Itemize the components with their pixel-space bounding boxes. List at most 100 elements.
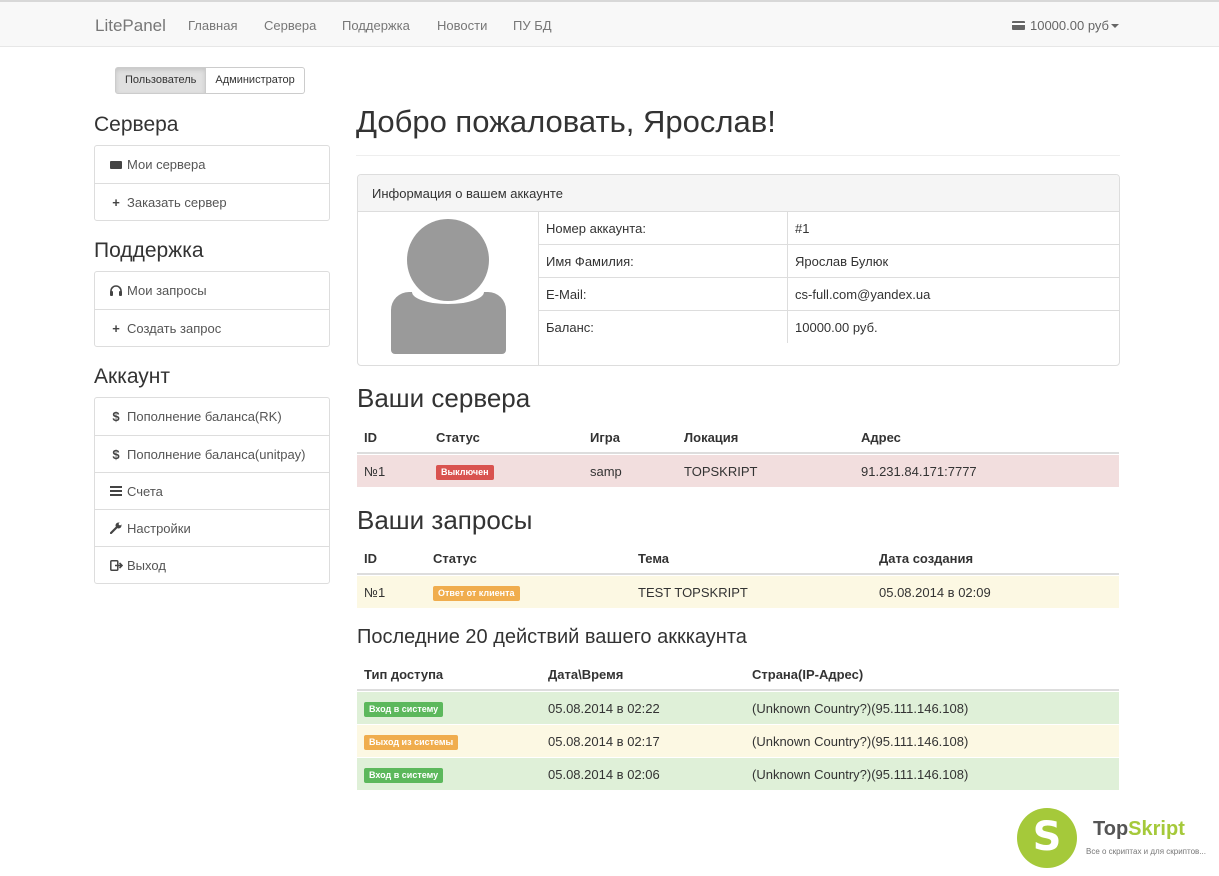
info-value: #1 [795, 221, 810, 236]
role-toggle: Пользователь Администратор [115, 67, 305, 94]
avatar [358, 212, 539, 365]
activity-datetime: 05.08.2014 в 02:17 [548, 734, 660, 749]
sidebar-heading-servers: Сервера [94, 113, 179, 136]
account-info-panel: Информация о вашем аккаунте Номер аккаун… [357, 174, 1120, 366]
sidebar-item-order-server[interactable]: + Заказать сервер [95, 183, 329, 220]
watermark-brand-b: Skript [1128, 818, 1185, 840]
caret-down-icon [1111, 23, 1119, 28]
brand-logo[interactable]: LitePanel [95, 16, 166, 36]
user-role-button[interactable]: Пользователь [115, 67, 207, 94]
info-value: Ярослав Булюк [795, 254, 889, 269]
info-key: Баланс: [546, 320, 594, 335]
status-badge: Выход из системы [364, 735, 459, 750]
hdd-icon [109, 160, 123, 169]
table-row: Выход из системы 05.08.2014 в 02:17 (Unk… [357, 725, 1119, 758]
activity-datetime: 05.08.2014 в 02:06 [548, 767, 660, 782]
col-header: Статус [433, 551, 477, 566]
servers-section-title: Ваши сервера [357, 383, 531, 413]
headphones-icon [109, 285, 123, 296]
sidebar-item-label: Настройки [127, 520, 191, 536]
col-header: Адрес [861, 430, 901, 445]
server-id[interactable]: №1 [364, 464, 385, 479]
status-badge: Вход в систему [364, 702, 444, 717]
table-row[interactable]: №1 Ответ от клиента TEST TOPSKRIPT 05.08… [357, 576, 1119, 609]
col-header: ID [364, 551, 377, 566]
col-header: Локация [684, 430, 739, 445]
nav-servers[interactable]: Сервера [264, 18, 316, 33]
sidebar-item-label: Мои запросы [127, 283, 207, 298]
sidebar-item-label: Пополнение баланса(unitpay) [127, 446, 306, 462]
ticket-created: 05.08.2014 в 02:09 [879, 585, 991, 600]
sidebar-item-topup-rk[interactable]: $ Пополнение баланса(RK) [95, 398, 329, 435]
watermark-brand: TopSkript [1093, 818, 1185, 841]
sidebar-item-label: Счета [127, 483, 163, 499]
status-badge: Вход в систему [364, 768, 444, 783]
dollar-icon: $ [112, 446, 120, 462]
info-key: Имя Фамилия: [546, 254, 634, 269]
sidebar-item-my-servers[interactable]: Мои сервера [95, 146, 329, 183]
dollar-icon: $ [112, 409, 120, 424]
sidebar-item-label: Выход [127, 557, 166, 573]
col-header: Игра [590, 430, 620, 445]
info-row-balance: Баланс: 10000.00 руб. [539, 311, 1119, 344]
sidebar-item-topup-unitpay[interactable]: $ Пополнение баланса(unitpay) [95, 435, 329, 472]
ticket-id[interactable]: №1 [364, 585, 385, 600]
top-navbar: LitePanel Главная Сервера Поддержка Ново… [0, 0, 1219, 47]
sidebar-account-list: $ Пополнение баланса(RK) $ Пополнение ба… [94, 397, 330, 584]
balance-amount: 10000.00 руб [1029, 18, 1109, 33]
server-location: TOPSKRIPT [684, 464, 758, 479]
logout-icon [109, 559, 123, 571]
activity-table-header: Тип доступа Дата\Время Страна(IP-Адрес) [357, 658, 1119, 691]
sidebar-item-logout[interactable]: Выход [95, 546, 329, 583]
info-value: cs-full.com@yandex.ua [795, 287, 931, 302]
servers-table-header: ID Статус Игра Локация Адрес [357, 421, 1119, 454]
activity-country: (Unknown Country?)(95.111.146.108) [752, 767, 969, 782]
sidebar-item-label: Создать запрос [127, 320, 222, 336]
nav-support[interactable]: Поддержка [342, 18, 410, 33]
sidebar-item-label: Пополнение баланса(RK) [127, 409, 282, 424]
col-header: Статус [436, 430, 480, 445]
sidebar-item-my-tickets[interactable]: Мои запросы [95, 272, 329, 309]
tickets-section-title: Ваши запросы [357, 505, 533, 535]
sidebar-item-settings[interactable]: Настройки [95, 509, 329, 546]
info-row-account-number: Номер аккаунта: #1 [539, 212, 1119, 245]
col-header: Дата\Время [548, 667, 624, 682]
sidebar-item-create-ticket[interactable]: + Создать запрос [95, 309, 329, 346]
status-badge: Ответ от клиента [433, 586, 520, 601]
info-key: Номер аккаунта: [546, 221, 646, 236]
sidebar-heading-account: Аккаунт [94, 365, 171, 388]
nav-news[interactable]: Новости [437, 18, 487, 33]
topskript-logo-icon: S [1017, 808, 1077, 868]
ticket-subject[interactable]: TEST TOPSKRIPT [638, 585, 748, 600]
server-address: 91.231.84.171:7777 [861, 464, 977, 479]
title-divider [356, 155, 1120, 156]
col-header: ID [364, 430, 377, 445]
info-value: 10000.00 руб. [795, 320, 878, 335]
sidebar-item-label: Мои сервера [127, 157, 206, 172]
watermark-brand-a: Top [1093, 818, 1129, 840]
table-row: Вход в систему 05.08.2014 в 02:22 (Unkno… [357, 692, 1119, 725]
sidebar-support-list: Мои запросы + Создать запрос [94, 271, 330, 347]
activity-datetime: 05.08.2014 в 02:22 [548, 701, 660, 716]
panel-heading: Информация о вашем аккаунте [358, 175, 1119, 212]
status-badge: Выключен [436, 465, 494, 480]
info-key: E-Mail: [546, 287, 587, 302]
sidebar-heading-support: Поддержка [94, 239, 204, 262]
server-game: samp [590, 464, 622, 479]
col-header: Дата создания [879, 551, 974, 566]
plus-icon: + [112, 320, 120, 336]
credit-card-icon [1011, 21, 1025, 30]
plus-icon: + [112, 194, 120, 210]
balance-dropdown[interactable]: 10000.00 руб [1011, 18, 1119, 33]
sidebar-item-invoices[interactable]: Счета [95, 472, 329, 509]
watermark-tagline: Все о скриптах и для скриптов... [1086, 847, 1206, 856]
table-row[interactable]: №1 Выключен samp TOPSKRIPT 91.231.84.171… [357, 455, 1119, 488]
activity-country: (Unknown Country?)(95.111.146.108) [752, 701, 969, 716]
col-header: Тема [638, 551, 670, 566]
nav-db-panel[interactable]: ПУ БД [513, 18, 552, 33]
activity-country: (Unknown Country?)(95.111.146.108) [752, 734, 969, 749]
admin-role-button[interactable]: Администратор [206, 67, 305, 94]
activity-section-title: Последние 20 действий вашего акккаунта [357, 626, 747, 648]
table-row: Вход в систему 05.08.2014 в 02:06 (Unkno… [357, 758, 1119, 791]
nav-home[interactable]: Главная [188, 18, 237, 33]
